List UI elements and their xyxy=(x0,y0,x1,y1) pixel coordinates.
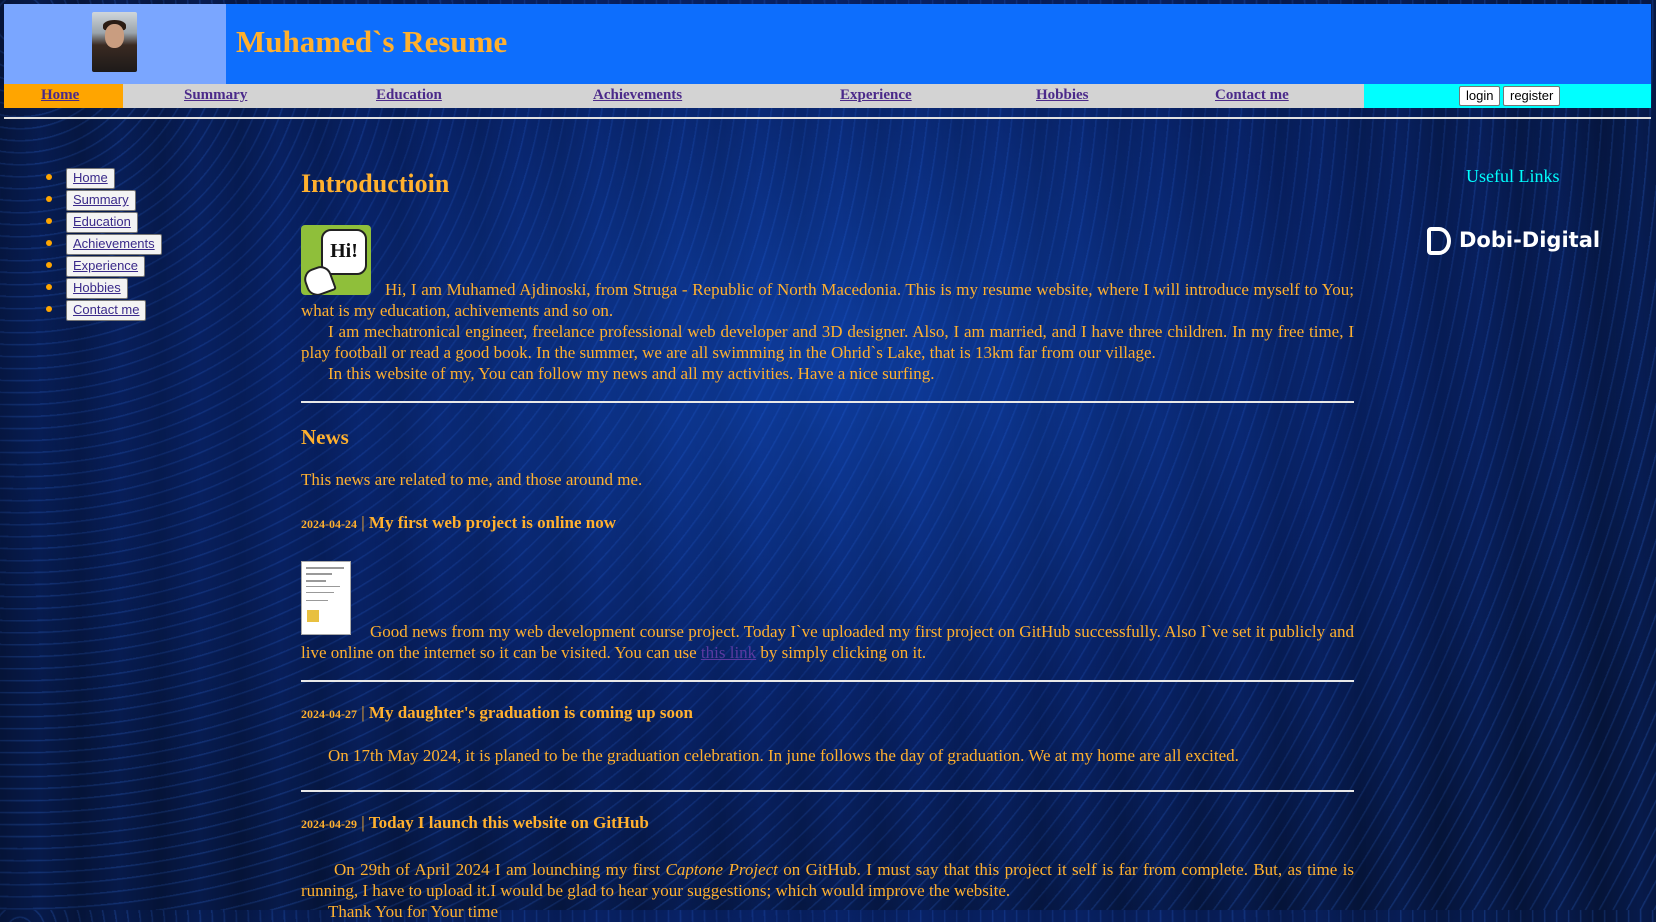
thumb-line xyxy=(306,573,332,575)
login-button[interactable]: login xyxy=(1459,86,1501,106)
news-separator: | xyxy=(357,813,369,832)
bullet-icon xyxy=(46,218,52,224)
news-item-3-text: On 29th of April 2024 I am lounching my … xyxy=(301,859,1354,901)
sidebar-link-contact[interactable]: Contact me xyxy=(66,300,147,321)
top-navbar: Home Summary Education Achievements Expe… xyxy=(4,84,1651,108)
bullet-icon xyxy=(46,284,52,290)
auth-area: login register xyxy=(1364,84,1651,108)
thumb-line xyxy=(306,567,344,569)
intro-paragraph-1: Hi, I am Muhamed Ajdinoski, from Struga … xyxy=(301,280,1354,320)
section-divider xyxy=(301,401,1354,403)
sidebar-link-summary[interactable]: Summary xyxy=(66,190,136,211)
news-divider xyxy=(301,790,1354,792)
sidebar-link-experience[interactable]: Experience xyxy=(66,256,146,277)
news-subtitle: This news are related to me, and those a… xyxy=(301,470,643,489)
nav-hobbies[interactable]: Hobbies xyxy=(1036,87,1089,104)
news-item-2-text: On 17th May 2024, it is planed to be the… xyxy=(328,746,1239,765)
news-title: My first web project is online now xyxy=(368,513,617,532)
news-item-3-header: 2024-04-29 | Today I launch this website… xyxy=(301,813,649,833)
sidebar-link-achievements[interactable]: Achievements xyxy=(66,234,162,255)
news-text: by simply clicking on it. xyxy=(756,643,927,662)
intro-paragraph-2: I am mechatronical engineer, freelance p… xyxy=(301,322,1354,362)
intro-heading: Introductioin xyxy=(301,169,450,198)
news-date: 2024-04-29 xyxy=(301,817,357,831)
nav-experience[interactable]: Experience xyxy=(840,87,912,104)
nav-education[interactable]: Education xyxy=(376,87,442,104)
nav-contact[interactable]: Contact me xyxy=(1215,87,1289,104)
nav-achievements[interactable]: Achievements xyxy=(593,87,682,104)
bullet-icon xyxy=(46,262,52,268)
bullet-icon xyxy=(46,240,52,246)
sidebar-link-hobbies[interactable]: Hobbies xyxy=(66,278,128,299)
useful-links-heading: Useful Links xyxy=(1466,166,1560,186)
dobi-digital-label: Dobi-Digital xyxy=(1459,228,1601,252)
project-link[interactable]: this link xyxy=(701,643,756,662)
avatar xyxy=(92,12,137,72)
intro-paragraph-3: In this website of my, You can follow my… xyxy=(328,364,935,383)
dobi-digital-link[interactable]: Dobi-Digital xyxy=(1427,227,1600,255)
news-divider xyxy=(301,680,1354,682)
bullet-icon xyxy=(46,196,52,202)
nav-home[interactable]: Home xyxy=(41,87,79,104)
dobi-digital-logo-icon xyxy=(1427,227,1451,255)
news-item-2-header: 2024-04-27 | My daughter's graduation is… xyxy=(301,703,693,723)
news-text: On 29th of April 2024 I am lounching my … xyxy=(334,860,666,879)
site-title: Muhamed`s Resume xyxy=(236,24,508,59)
sidebar-link-education[interactable]: Education xyxy=(66,212,138,233)
thumb-line xyxy=(306,600,328,601)
news-separator: | xyxy=(357,513,369,532)
register-button[interactable]: register xyxy=(1503,86,1561,106)
site-header: Muhamed`s Resume xyxy=(4,4,1651,84)
thumb-line xyxy=(306,580,326,582)
news-title: My daughter's graduation is coming up so… xyxy=(368,703,693,722)
header-divider xyxy=(4,117,1651,119)
thumb-line xyxy=(306,592,334,593)
news-date: 2024-04-27 xyxy=(301,707,357,721)
news-separator: | xyxy=(357,703,369,722)
news-item-3-closing: Thank You for Your time xyxy=(328,902,499,921)
avatar-face xyxy=(105,24,124,48)
news-item-1-text: Good news from my web development course… xyxy=(301,621,1354,663)
thumb-line xyxy=(306,586,340,587)
bullet-icon xyxy=(46,306,52,312)
avatar-cell xyxy=(4,4,226,84)
news-date: 2024-04-24 xyxy=(301,517,357,531)
news-title: Today I launch this website on GitHub xyxy=(368,813,649,832)
project-name: Captone Project xyxy=(665,860,778,879)
news-item-1-header: 2024-04-24 | My first web project is onl… xyxy=(301,513,616,533)
bullet-icon xyxy=(46,174,52,180)
nav-summary[interactable]: Summary xyxy=(184,87,247,104)
news-heading: News xyxy=(301,425,349,449)
sidebar-link-home[interactable]: Home xyxy=(66,168,115,189)
